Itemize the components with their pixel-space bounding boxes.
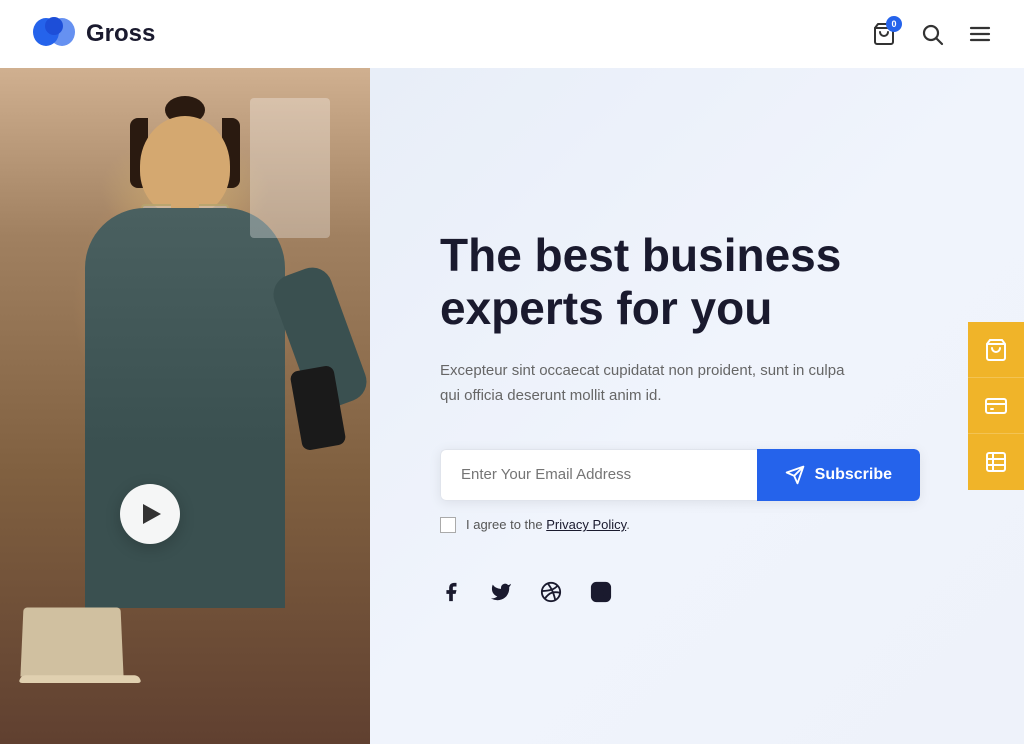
header-actions: 0 bbox=[872, 22, 992, 46]
privacy-row: I agree to the Privacy Policy. bbox=[440, 517, 944, 533]
hero-image bbox=[0, 68, 370, 744]
face bbox=[140, 116, 230, 216]
laptop-screen bbox=[20, 608, 123, 677]
main-layout: The best business experts for you Except… bbox=[0, 68, 1024, 744]
email-input[interactable] bbox=[440, 449, 757, 501]
cart-badge: 0 bbox=[886, 16, 902, 32]
menu-button[interactable] bbox=[968, 22, 992, 46]
twitter-icon[interactable] bbox=[490, 581, 512, 603]
sidebar-tabs bbox=[968, 322, 1024, 490]
sidebar-wishlist-icon bbox=[984, 394, 1008, 418]
play-button[interactable] bbox=[120, 484, 180, 544]
facebook-icon[interactable] bbox=[440, 581, 462, 603]
sidebar-compare-icon bbox=[984, 450, 1008, 474]
sidebar-tab-compare[interactable] bbox=[968, 434, 1024, 490]
window-light bbox=[250, 98, 330, 238]
logo-text: Gross bbox=[86, 20, 155, 48]
sidebar-tab-wishlist[interactable] bbox=[968, 378, 1024, 434]
laptop-base bbox=[18, 675, 142, 683]
image-panel bbox=[0, 68, 370, 744]
search-button[interactable] bbox=[920, 22, 944, 46]
hero-title: The best business experts for you bbox=[440, 229, 860, 335]
logo-area: Gross bbox=[32, 16, 155, 52]
header: Gross 0 bbox=[0, 0, 1024, 68]
play-icon bbox=[143, 504, 161, 524]
subscribe-form: Subscribe bbox=[440, 449, 920, 501]
privacy-checkbox[interactable] bbox=[440, 517, 456, 533]
subscribe-button[interactable]: Subscribe bbox=[757, 449, 920, 501]
social-row bbox=[440, 581, 944, 603]
instagram-icon[interactable] bbox=[590, 581, 612, 603]
cart-button[interactable]: 0 bbox=[872, 22, 896, 46]
sidebar-tab-cart[interactable] bbox=[968, 322, 1024, 378]
send-icon bbox=[785, 465, 805, 485]
privacy-text: I agree to the Privacy Policy. bbox=[466, 517, 630, 532]
content-panel: The best business experts for you Except… bbox=[370, 68, 1024, 744]
sidebar-cart-icon bbox=[984, 338, 1008, 362]
dribbble-icon[interactable] bbox=[540, 581, 562, 603]
subscribe-label: Subscribe bbox=[815, 466, 892, 484]
privacy-policy-link[interactable]: Privacy Policy bbox=[546, 517, 626, 532]
hero-subtitle: Excepteur sint occaecat cupidatat non pr… bbox=[440, 359, 860, 409]
hamburger-icon bbox=[968, 22, 992, 46]
logo-icon bbox=[32, 16, 76, 52]
search-icon bbox=[920, 22, 944, 46]
body bbox=[85, 208, 285, 608]
